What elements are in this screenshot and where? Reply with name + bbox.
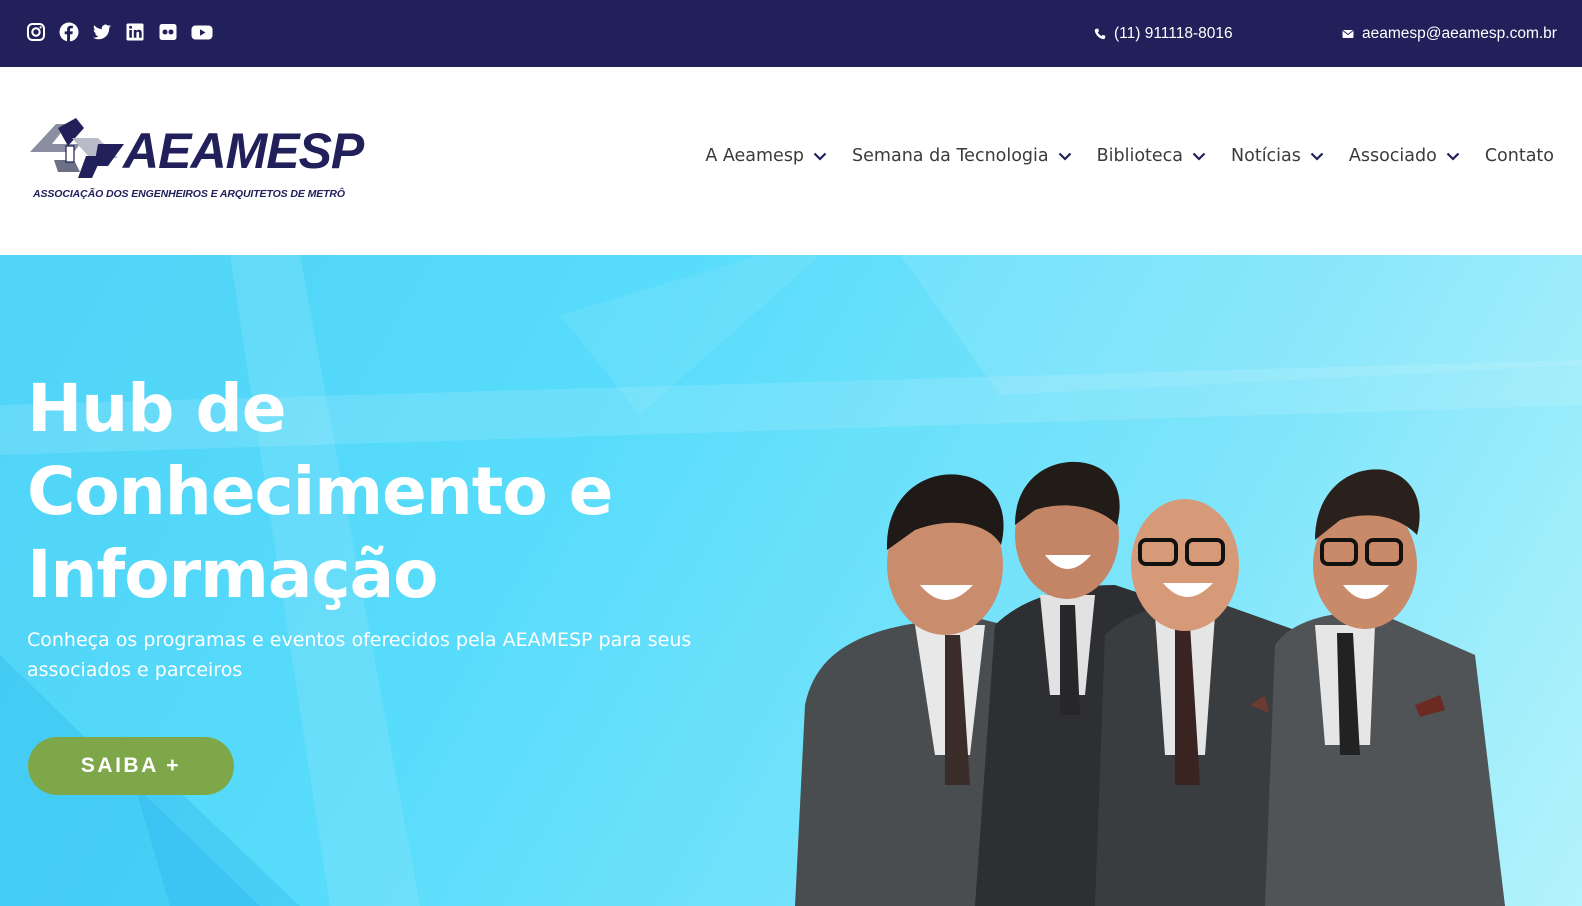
chevron-down-icon — [1058, 152, 1071, 161]
saiba-mais-button[interactable]: SAIBA + — [28, 737, 234, 795]
youtube-icon[interactable] — [191, 22, 213, 42]
nav-item-label: Notícias — [1231, 146, 1301, 166]
nav-item-label: Semana da Tecnologia — [852, 146, 1049, 166]
envelope-icon — [1342, 29, 1354, 38]
hero-title-line: Informação — [27, 536, 438, 613]
top-bar: (11) 911118-8016 aeamesp@aeamesp.com.br — [0, 0, 1582, 67]
phone-icon — [1094, 28, 1106, 39]
chevron-down-icon — [1446, 152, 1460, 161]
hero-subtitle: Conheça os programas e eventos oferecido… — [27, 625, 767, 685]
hero-banner: Hub de Conhecimento e Informação Conheça… — [0, 255, 1582, 906]
linkedin-icon[interactable] — [125, 22, 145, 42]
nav-item-label: A Aeamesp — [705, 146, 805, 166]
main-navigation: A Aeamesp Semana da Tecnologia Bibliotec… — [705, 146, 1554, 166]
facebook-icon[interactable] — [59, 22, 79, 42]
site-logo[interactable]: AEAMESP ASSOCIAÇÃO DOS ENGENHEIROS E ARQ… — [28, 116, 368, 208]
nav-item-contato[interactable]: Contato — [1485, 146, 1554, 166]
phone-number: (11) 911118-8016 — [1114, 24, 1233, 42]
nav-item-biblioteca[interactable]: Biblioteca — [1097, 146, 1206, 166]
nav-item-noticias[interactable]: Notícias — [1231, 146, 1324, 166]
nav-item-label: Biblioteca — [1096, 146, 1184, 166]
social-links — [26, 22, 213, 42]
chevron-down-icon — [1310, 152, 1324, 161]
nav-item-associado[interactable]: Associado — [1349, 146, 1460, 166]
chevron-down-icon — [813, 152, 827, 161]
logo-wordmark: AEAMESP — [123, 123, 364, 179]
phone-contact[interactable]: (11) 911118-8016 — [1094, 0, 1233, 67]
hero-subtitle-line: Conheça os programas e eventos oferecido… — [27, 629, 692, 651]
nav-item-semana-da-tecnologia[interactable]: Semana da Tecnologia — [852, 146, 1072, 166]
hero-subtitle-line: associados e parceiros — [27, 659, 243, 681]
hero-image-businessmen — [795, 461, 1505, 906]
chevron-down-icon — [1192, 152, 1206, 161]
email-address: aeamesp@aeamesp.com.br — [1362, 24, 1557, 42]
logo-tagline: ASSOCIAÇÃO DOS ENGENHEIROS E ARQUITETOS … — [33, 188, 345, 200]
twitter-icon[interactable] — [92, 22, 112, 42]
hero-title-line: Conhecimento e — [27, 453, 613, 530]
nav-item-label: Contato — [1484, 146, 1554, 166]
instagram-icon[interactable] — [26, 22, 46, 42]
hero-title-line: Hub de — [27, 370, 286, 447]
flickr-icon[interactable] — [158, 22, 178, 42]
email-contact[interactable]: aeamesp@aeamesp.com.br — [1342, 0, 1557, 67]
nav-item-label: Associado — [1348, 146, 1437, 166]
nav-item-a-aeamesp[interactable]: A Aeamesp — [705, 146, 827, 166]
hero-title: Hub de Conhecimento e Informação — [27, 367, 747, 616]
logo-mark-icon — [30, 118, 124, 178]
